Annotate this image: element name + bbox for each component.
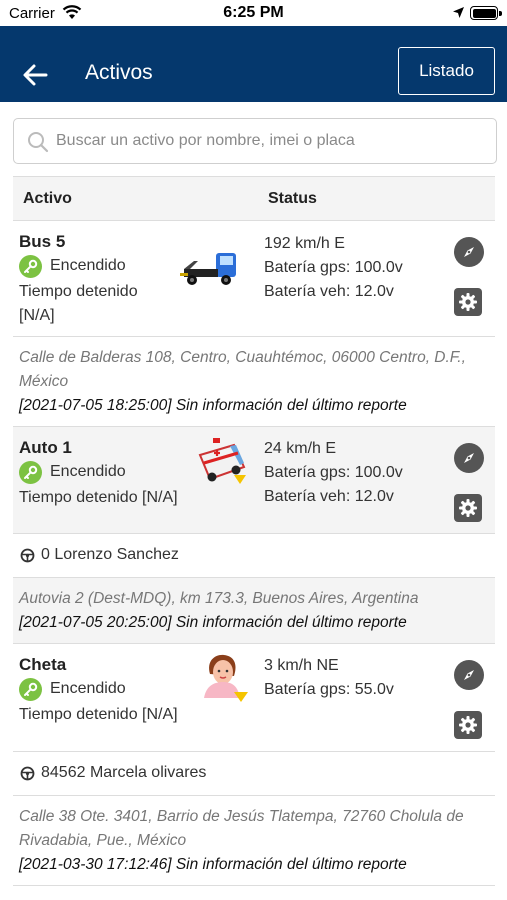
back-arrow-icon[interactable] (20, 60, 50, 90)
key-icon (19, 677, 42, 701)
gps-battery-text: Batería gps: 100.0v (264, 464, 403, 481)
key-icon (19, 254, 42, 278)
location-arrow-icon (453, 7, 464, 18)
gear-icon (459, 499, 477, 517)
address-text: Calle 38 Ote. 3401, Barrio de Jesús Tlat… (19, 808, 464, 849)
asset-name: Cheta (19, 655, 67, 674)
gps-battery-text: Batería gps: 55.0v (264, 681, 394, 698)
address-block: Calle de Balderas 108, Centro, Cuauhtémo… (13, 337, 495, 427)
stopped-time-text: Tiempo detenido [N/A] (19, 706, 178, 723)
asset-list: Activo Status Bus 5 Encendido Tiempo det… (13, 176, 495, 886)
ambulance-icon (198, 438, 246, 484)
gps-battery-text: Batería gps: 100.0v (264, 259, 403, 276)
steering-wheel-icon (20, 766, 35, 781)
stopped-time-label: Tiempo detenido (19, 283, 138, 300)
last-report-text: [2021-07-05 20:25:00] Sin información de… (19, 614, 407, 631)
last-report-text: [2021-03-30 17:12:46] Sin información de… (19, 856, 407, 873)
vehicle-battery-text: Batería veh: 12.0v (264, 488, 394, 505)
address-text: Calle de Balderas 108, Centro, Cuauhtémo… (19, 349, 466, 390)
compass-icon (464, 247, 474, 257)
driver-name: 84562 Marcela olivares (41, 764, 207, 781)
address-text: Autovia 2 (Dest-MDQ), km 173.3, Buenos A… (19, 590, 419, 607)
column-header-status: Status (268, 190, 317, 207)
stopped-time-value: [N/A] (19, 307, 55, 324)
ignition-status: Encendido (19, 254, 126, 278)
search-box (13, 118, 497, 164)
address-block: Calle 38 Ote. 3401, Barrio de Jesús Tlat… (13, 796, 495, 886)
gear-icon (459, 716, 477, 734)
ignition-label: Encendido (50, 680, 126, 697)
settings-button[interactable] (454, 288, 482, 316)
asset-row[interactable]: Bus 5 Encendido Tiempo detenido [N/A] 19… (13, 221, 495, 337)
status-bar: Carrier 6:25 PM (0, 0, 507, 26)
ignition-status: Encendido (19, 677, 126, 701)
address-block: Autovia 2 (Dest-MDQ), km 173.3, Buenos A… (13, 578, 495, 644)
ignition-label: Encendido (50, 463, 126, 480)
steering-wheel-icon (20, 548, 35, 563)
compass-button[interactable] (454, 660, 484, 690)
search-icon (28, 132, 49, 153)
last-report-text: [2021-07-05 18:25:00] Sin información de… (19, 397, 407, 414)
search-input[interactable] (56, 127, 486, 155)
compass-button[interactable] (454, 237, 484, 267)
tow-truck-icon (180, 253, 236, 285)
table-header: Activo Status (13, 176, 495, 221)
key-icon (19, 460, 42, 484)
clock: 6:25 PM (223, 4, 284, 21)
asset-name: Bus 5 (19, 232, 66, 251)
compass-icon (464, 670, 474, 680)
settings-button[interactable] (454, 494, 482, 522)
speed-text: 192 km/h E (264, 235, 345, 252)
asset-name: Auto 1 (19, 438, 72, 457)
speed-text: 3 km/h NE (264, 657, 339, 674)
driver-row: 84562 Marcela olivares (13, 752, 495, 796)
gear-icon (459, 293, 477, 311)
column-header-asset: Activo (23, 190, 72, 207)
navbar: Activos Listado (0, 26, 507, 102)
vehicle-battery-text: Batería veh: 12.0v (264, 283, 394, 300)
battery-icon (470, 6, 502, 20)
asset-row[interactable]: Auto 1 Encendido Tiempo detenido [N/A] 2… (13, 427, 495, 534)
ignition-status: Encendido (19, 460, 126, 484)
asset-row[interactable]: Cheta Encendido Tiempo detenido [N/A] 3 … (13, 644, 495, 752)
compass-icon (464, 453, 474, 463)
compass-button[interactable] (454, 443, 484, 473)
stopped-time-text: Tiempo detenido [N/A] (19, 489, 178, 506)
ignition-label: Encendido (50, 257, 126, 274)
driver-name: 0 Lorenzo Sanchez (41, 546, 179, 563)
list-view-button[interactable]: Listado (398, 47, 495, 95)
page-title: Activos (85, 61, 153, 84)
person-icon (204, 654, 248, 702)
settings-button[interactable] (454, 711, 482, 739)
driver-row: 0 Lorenzo Sanchez (13, 534, 495, 578)
speed-text: 24 km/h E (264, 440, 337, 457)
